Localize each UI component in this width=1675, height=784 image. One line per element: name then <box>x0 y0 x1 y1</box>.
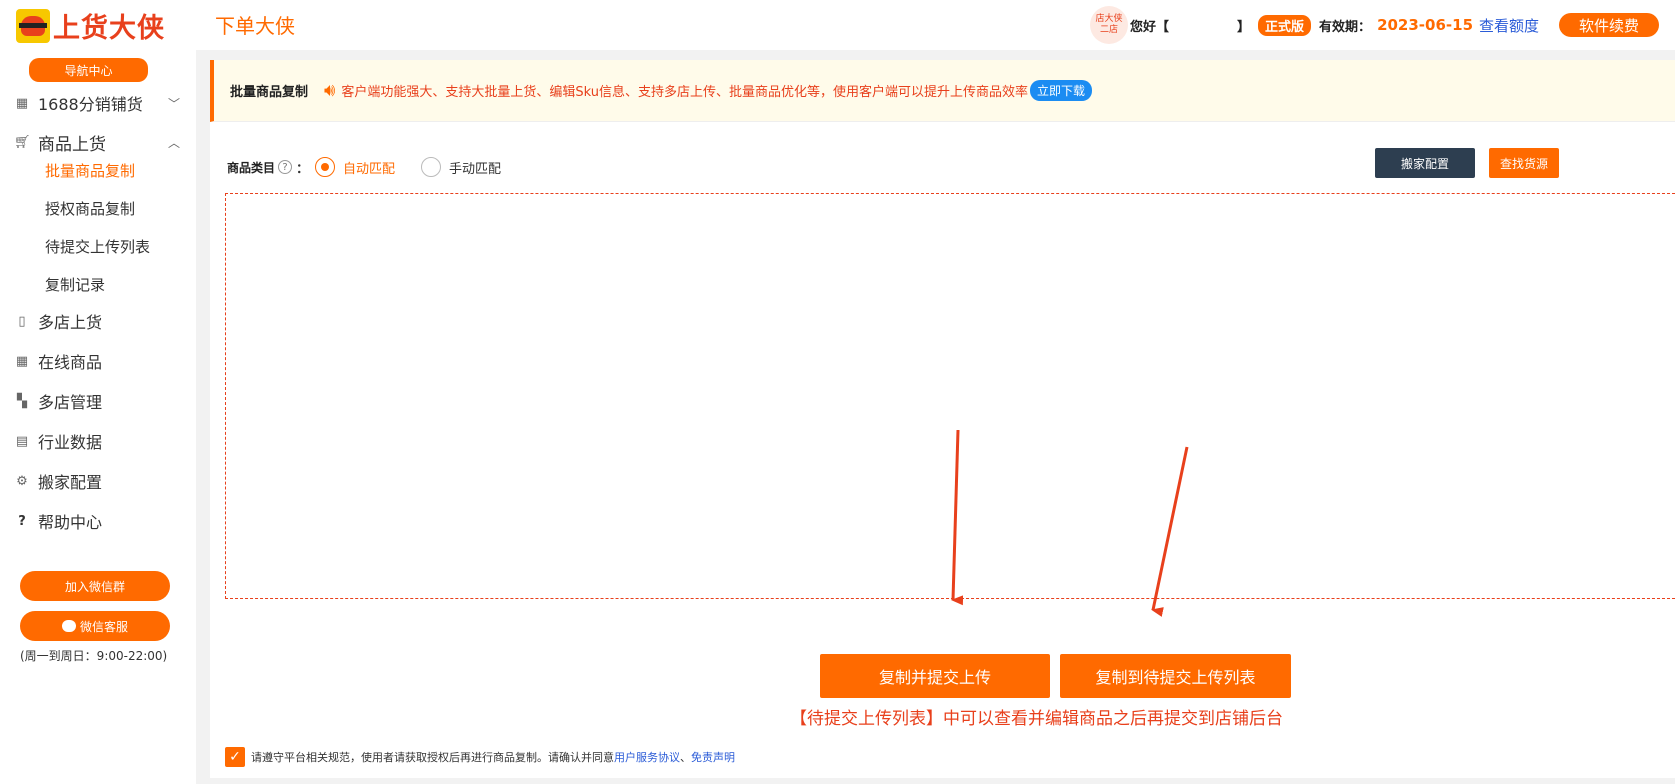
grid-icon: ▦ <box>15 353 29 369</box>
logo-mascot-icon <box>16 8 50 43</box>
nav-center-button[interactable]: 导航中心 <box>29 58 148 82</box>
main-panel: 批量商品复制 🔊︎ 客户端功能强大、支持大批量上货、编辑Sku信息、支持多店上传… <box>210 60 1675 778</box>
apps-icon: ▚ <box>17 393 27 409</box>
wechat-service-label: 微信客服 <box>79 619 128 634</box>
cart-icon: 🛒︎ <box>14 134 31 150</box>
sidebar-item-label: 在线商品 <box>38 353 103 372</box>
clipboard-icon: ▤ <box>15 433 29 449</box>
chevron-down-icon: ﹀ <box>167 96 180 111</box>
agree-checkbox[interactable]: ✓ <box>225 747 245 767</box>
user-info-bar: 店大侠 二店 您好【 】 正式版 有效期： 2023-06-15 查看额度 软件… <box>1090 5 1660 45</box>
category-label: 商品类目 <box>227 160 276 175</box>
file-icon: ▯ <box>18 313 26 329</box>
wechat-icon <box>61 620 76 632</box>
separator: 、 <box>680 751 691 764</box>
agreement-text: 请遵守平台相关规范，使用者请获取授权后再进行商品复制。请确认并同意 <box>251 751 614 764</box>
agreement-row: ✓ 请遵守平台相关规范，使用者请获取授权后再进行商品复制。请确认并同意 用户服务… <box>225 747 735 767</box>
join-wechat-group-button[interactable]: 加入微信群 <box>20 571 170 601</box>
greeting-close: 】 <box>1237 19 1251 35</box>
sidebar-item-online-products[interactable]: ▦ 在线商品 <box>14 346 184 376</box>
find-source-button[interactable]: 查找货源 <box>1489 148 1559 178</box>
title-bar: 批量商品复制 🔊︎ 客户端功能强大、支持大批量上货、编辑Sku信息、支持多店上传… <box>210 60 1675 122</box>
sidebar-item-1688-distribution[interactable]: ▦ 1688分销铺货 ﹀ <box>14 88 184 118</box>
disclaimer-link[interactable]: 免责声明 <box>691 749 735 765</box>
manual-match-radio[interactable] <box>421 157 442 177</box>
auto-match-radio[interactable] <box>315 157 336 177</box>
valid-label: 有效期： <box>1319 19 1372 35</box>
sidebar-item-industry-data[interactable]: ▤ 行业数据 <box>14 426 184 456</box>
chevron-up-icon: ︿ <box>167 135 180 150</box>
greeting-text: 您好【 <box>1130 19 1170 35</box>
sidebar-subitem-batch-copy[interactable]: 批量商品复制 <box>45 160 135 181</box>
sidebar-item-move-config[interactable]: ⚙ 搬家配置 <box>14 466 184 496</box>
sidebar-item-label: 搬家配置 <box>38 473 103 492</box>
edition-badge: 正式版 <box>1258 14 1312 36</box>
order-hero-link[interactable]: 下单大侠 <box>215 10 295 39</box>
sidebar-item-label: 帮助中心 <box>38 513 103 532</box>
sidebar: 导航中心 ▦ 1688分销铺货 ﹀ 🛒︎ 商品上货 ︿ 批量商品复制 授权商品复… <box>0 50 196 784</box>
manual-match-label[interactable]: 手动匹配 <box>449 158 501 177</box>
logo[interactable]: 上货大侠 <box>16 6 165 45</box>
sidebar-item-help-center[interactable]: ? 帮助中心 <box>14 506 184 536</box>
client-notice: 客户端功能强大、支持大批量上货、编辑Sku信息、支持多店上传、批量商品优化等，使… <box>341 85 1028 100</box>
wechat-service-button[interactable]: 微信客服 <box>20 611 170 641</box>
sidebar-item-label: 多店管理 <box>38 393 103 412</box>
view-quota-link[interactable]: 查看额度 <box>1479 15 1539 36</box>
move-config-button[interactable]: 搬家配置 <box>1375 148 1475 178</box>
pending-list-hint: 【待提交上传列表】中可以查看并编辑商品之后再提交到店铺后台 <box>790 709 1283 729</box>
copy-and-submit-button[interactable]: 复制并提交上传 <box>820 654 1050 698</box>
auto-match-label[interactable]: 自动匹配 <box>343 158 395 177</box>
product-link-textarea[interactable] <box>225 193 1675 599</box>
gear-icon: ⚙ <box>16 473 28 489</box>
sidebar-item-label: 1688分销铺货 <box>38 95 143 114</box>
help-circle-icon[interactable]: ? <box>278 160 293 174</box>
top-header: 上货大侠 下单大侠 店大侠 二店 您好【 】 正式版 有效期： 2023-06-… <box>0 0 1675 50</box>
category-colon: ： <box>296 161 310 177</box>
speaker-icon: 🔊︎ <box>324 80 336 101</box>
service-hours: (周一到周日：9:00-22:00) <box>20 649 168 663</box>
sidebar-item-multi-store-upload[interactable]: ▯ 多店上货 <box>14 306 184 336</box>
sidebar-item-product-upload[interactable]: 🛒︎ 商品上货 ︿ <box>14 127 184 157</box>
download-now-button[interactable]: 立即下载 <box>1029 80 1092 101</box>
sidebar-item-label: 商品上货 <box>38 134 106 155</box>
page-title: 批量商品复制 <box>230 85 309 100</box>
sidebar-subitem-copy-records[interactable]: 复制记录 <box>45 274 105 295</box>
logo-text: 上货大侠 <box>53 13 165 44</box>
sidebar-item-label: 行业数据 <box>38 433 103 452</box>
sidebar-subitem-pending-upload-list[interactable]: 待提交上传列表 <box>45 236 150 257</box>
avatar[interactable]: 店大侠 二店 <box>1090 6 1128 44</box>
copy-to-pending-list-button[interactable]: 复制到待提交上传列表 <box>1060 654 1291 698</box>
valid-date: 2023-06-15 <box>1377 16 1474 34</box>
user-agreement-link[interactable]: 用户服务协议 <box>614 749 680 765</box>
category-row: 商品类目 ? ： 自动匹配 手动匹配 <box>227 156 527 178</box>
table-icon: ▦ <box>15 95 29 111</box>
sidebar-subitem-authorized-copy[interactable]: 授权商品复制 <box>45 198 135 219</box>
sidebar-item-label: 多店上货 <box>38 313 103 332</box>
question-icon: ? <box>18 513 26 529</box>
sidebar-item-multi-store-manage[interactable]: ▚ 多店管理 <box>14 386 184 416</box>
renew-button[interactable]: 软件续费 <box>1559 13 1660 37</box>
